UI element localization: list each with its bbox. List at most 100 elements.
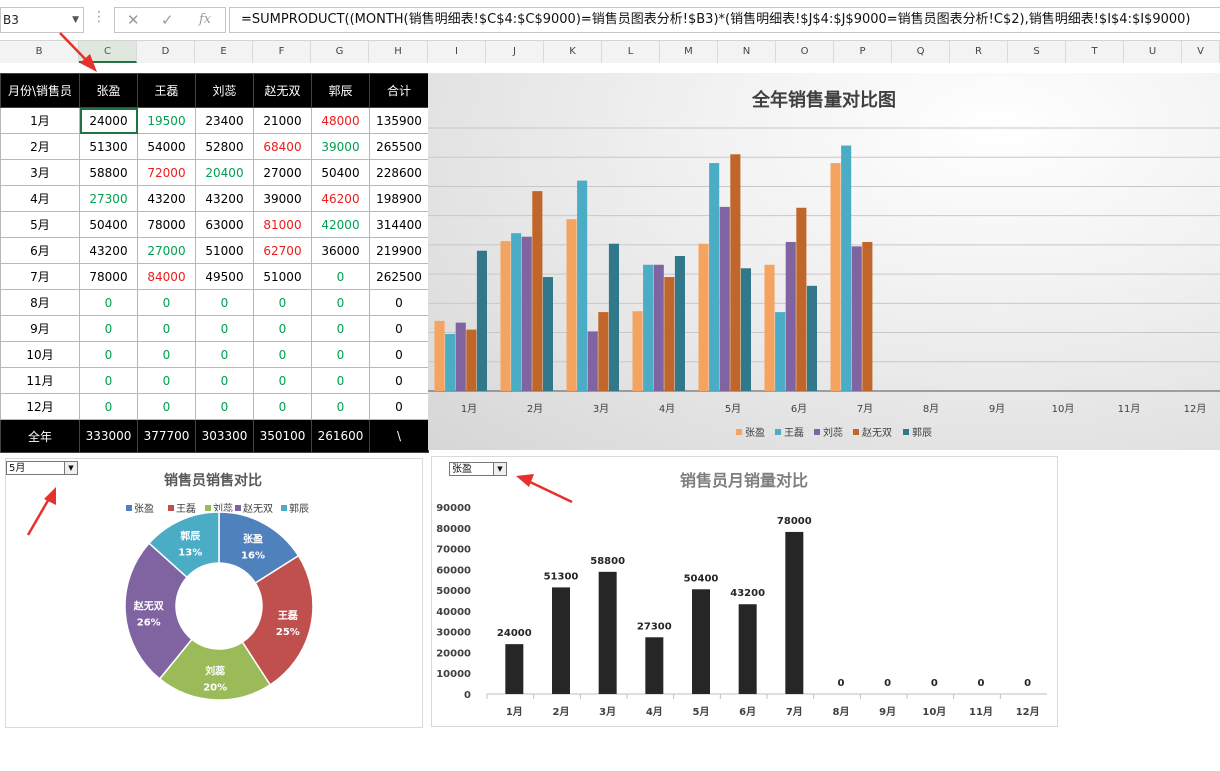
total-cell[interactable]: 0: [369, 367, 429, 394]
value-cell[interactable]: 27000: [253, 159, 312, 186]
function-icon[interactable]: fx: [199, 12, 211, 27]
month-cell[interactable]: 2月: [0, 133, 80, 160]
corner-header[interactable]: 月份\销售员: [0, 73, 80, 108]
value-cell[interactable]: 0: [195, 289, 254, 316]
value-cell[interactable]: 0: [79, 289, 138, 316]
column-header-v[interactable]: V: [1182, 41, 1220, 63]
name-box[interactable]: B3 ▼: [0, 7, 84, 33]
month-cell[interactable]: 12月: [0, 393, 80, 420]
value-cell[interactable]: 0: [137, 315, 196, 342]
value-cell[interactable]: 24000: [79, 107, 138, 134]
value-cell[interactable]: 0: [311, 367, 370, 394]
value-cell[interactable]: 84000: [137, 263, 196, 290]
column-header-k[interactable]: K: [544, 41, 602, 63]
month-cell[interactable]: 11月: [0, 367, 80, 394]
value-cell[interactable]: 50400: [311, 159, 370, 186]
value-cell[interactable]: 0: [79, 393, 138, 420]
value-cell[interactable]: 51000: [253, 263, 312, 290]
total-cell[interactable]: 198900: [369, 185, 429, 212]
value-cell[interactable]: 78000: [79, 263, 138, 290]
column-header-q[interactable]: Q: [892, 41, 950, 63]
value-cell[interactable]: 51300: [79, 133, 138, 160]
column-header-e[interactable]: E: [195, 41, 253, 63]
value-cell[interactable]: 39000: [311, 133, 370, 160]
column-header-p[interactable]: P: [834, 41, 892, 63]
value-cell[interactable]: 78000: [137, 211, 196, 238]
seller-donut-chart[interactable]: 5月 ▼ 销售员销售对比 张盈 王磊 刘蕊 赵无双 郭辰 张盈 16% 王磊 25% 刘蕊 20%…: [5, 458, 423, 728]
total-cell[interactable]: 0: [369, 393, 429, 420]
seller-header[interactable]: 刘蕊: [195, 73, 254, 108]
total-cell[interactable]: 314400: [369, 211, 429, 238]
column-header-s[interactable]: S: [1008, 41, 1066, 63]
value-cell[interactable]: 0: [195, 341, 254, 368]
value-cell[interactable]: 0: [253, 341, 312, 368]
seller-monthly-chart[interactable]: 张盈 ▼ 销售员月销量对比 0 10000 20000 30000 40000 50000…: [431, 456, 1058, 727]
column-header-j[interactable]: J: [486, 41, 544, 63]
total-cell[interactable]: 0: [369, 315, 429, 342]
year-value-cell[interactable]: 377700: [137, 419, 196, 453]
value-cell[interactable]: 43200: [137, 185, 196, 212]
column-header-o[interactable]: O: [776, 41, 834, 63]
year-value-cell[interactable]: 350100: [253, 419, 312, 453]
value-cell[interactable]: 0: [195, 315, 254, 342]
value-cell[interactable]: 21000: [253, 107, 312, 134]
month-cell[interactable]: 7月: [0, 263, 80, 290]
year-value-cell[interactable]: 303300: [195, 419, 254, 453]
month-cell[interactable]: 10月: [0, 341, 80, 368]
yearly-sales-chart[interactable]: 全年销售量对比图 1月 2月 3月 4月 5月 6月 7月 8月 9月 10月 11月 12月 张盈 王…: [428, 73, 1220, 450]
column-header-m[interactable]: M: [660, 41, 718, 63]
value-cell[interactable]: 36000: [311, 237, 370, 264]
value-cell[interactable]: 0: [137, 289, 196, 316]
value-cell[interactable]: 58800: [79, 159, 138, 186]
column-header-c[interactable]: C: [79, 41, 137, 63]
value-cell[interactable]: 49500: [195, 263, 254, 290]
value-cell[interactable]: 0: [137, 341, 196, 368]
value-cell[interactable]: 0: [311, 263, 370, 290]
month-cell[interactable]: 9月: [0, 315, 80, 342]
column-header-r[interactable]: R: [950, 41, 1008, 63]
chevron-down-icon[interactable]: ▼: [72, 8, 79, 32]
total-cell[interactable]: 0: [369, 341, 429, 368]
value-cell[interactable]: 48000: [311, 107, 370, 134]
value-cell[interactable]: 27000: [137, 237, 196, 264]
value-cell[interactable]: 63000: [195, 211, 254, 238]
column-header-d[interactable]: D: [137, 41, 195, 63]
value-cell[interactable]: 0: [79, 341, 138, 368]
value-cell[interactable]: 27300: [79, 185, 138, 212]
column-header-l[interactable]: L: [602, 41, 660, 63]
column-header-g[interactable]: G: [311, 41, 369, 63]
total-header[interactable]: 合计: [369, 73, 429, 108]
seller-header[interactable]: 王磊: [137, 73, 196, 108]
value-cell[interactable]: 0: [253, 289, 312, 316]
total-cell[interactable]: 228600: [369, 159, 429, 186]
value-cell[interactable]: 0: [311, 341, 370, 368]
value-cell[interactable]: 0: [253, 367, 312, 394]
value-cell[interactable]: 43200: [195, 185, 254, 212]
value-cell[interactable]: 50400: [79, 211, 138, 238]
total-cell[interactable]: 262500: [369, 263, 429, 290]
month-cell[interactable]: 1月: [0, 107, 80, 134]
column-header-i[interactable]: I: [428, 41, 486, 63]
value-cell[interactable]: 42000: [311, 211, 370, 238]
value-cell[interactable]: 0: [253, 315, 312, 342]
formula-input[interactable]: =SUMPRODUCT((MONTH(销售明细表!$C$4:$C$9000)=销…: [229, 7, 1220, 33]
column-header-u[interactable]: U: [1124, 41, 1182, 63]
month-cell[interactable]: 5月: [0, 211, 80, 238]
month-cell[interactable]: 8月: [0, 289, 80, 316]
month-cell[interactable]: 3月: [0, 159, 80, 186]
year-total-cell[interactable]: \: [369, 419, 429, 453]
value-cell[interactable]: 52800: [195, 133, 254, 160]
value-cell[interactable]: 39000: [253, 185, 312, 212]
seller-header[interactable]: 郭辰: [311, 73, 370, 108]
value-cell[interactable]: 0: [79, 367, 138, 394]
value-cell[interactable]: 54000: [137, 133, 196, 160]
column-header-t[interactable]: T: [1066, 41, 1124, 63]
value-cell[interactable]: 0: [79, 315, 138, 342]
value-cell[interactable]: 81000: [253, 211, 312, 238]
total-cell[interactable]: 135900: [369, 107, 429, 134]
check-icon[interactable]: ✓: [161, 11, 174, 29]
total-cell[interactable]: 0: [369, 289, 429, 316]
cancel-icon[interactable]: ✕: [127, 11, 140, 29]
value-cell[interactable]: 62700: [253, 237, 312, 264]
seller-header[interactable]: 张盈: [79, 73, 138, 108]
